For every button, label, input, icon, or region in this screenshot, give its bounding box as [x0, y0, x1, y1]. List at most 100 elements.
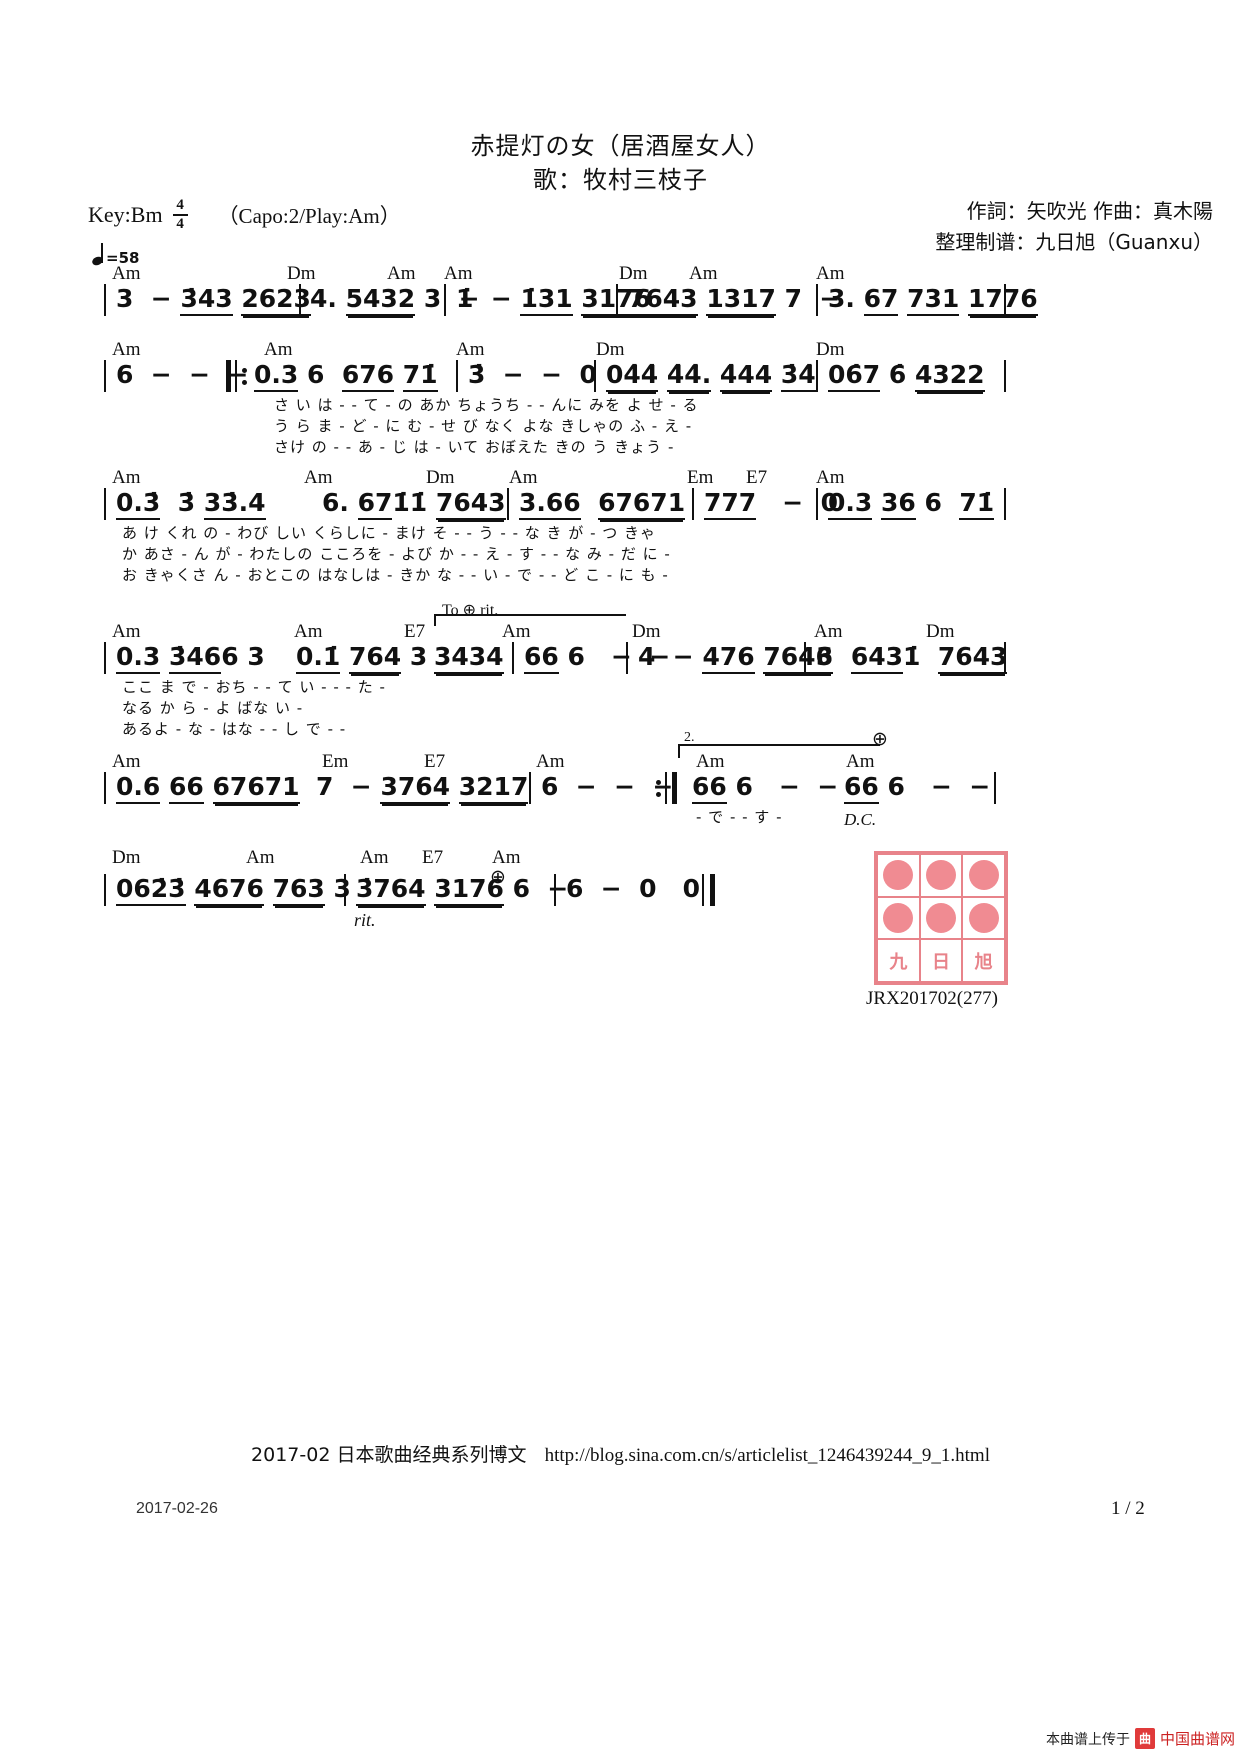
- lyric-line: さ い は - - て - の あか ちょうち - - んに みを よ せ - …: [104, 394, 1114, 415]
- coda-icon: ⊕: [872, 728, 888, 750]
- chord-symbol: Am: [112, 339, 141, 360]
- chord-row: Am Am Am Dm Dm: [104, 340, 1114, 360]
- note-row: 6 − − − 0.3 6 676 71̇ 3̇ − − 0 04̇4̇ 4̇4…: [104, 360, 1114, 394]
- chord-symbol: Am: [304, 467, 333, 488]
- seal-cell: [877, 854, 920, 897]
- lyric-line: あ け くれ の - わび しい くらしに - まけ そ - - う - - な…: [104, 522, 1114, 543]
- singer-line: 歌：牧村三枝子: [533, 166, 708, 194]
- chord-row: Am Am E7 Am Dm Am Dm: [104, 622, 1114, 642]
- chord-symbol: Am: [264, 339, 293, 360]
- chord-symbol: Am: [846, 751, 875, 772]
- chord-symbol: Am: [360, 847, 389, 868]
- chord-symbol: Am: [456, 339, 485, 360]
- lyric-text: ここ ま で - おち - - て い - - - た -: [122, 678, 386, 696]
- note-group: 0.3 6 676 71̇: [254, 360, 438, 392]
- note-group: 04̇4̇ 4̇4̇. 4̇44 3̇4̇: [606, 360, 816, 392]
- note-group: 3.66 67671: [519, 488, 686, 520]
- note-group: 0.3 36 6 71̇: [828, 488, 995, 520]
- note-row: 0.3 3̇466 3 0.1̇ 764 3 3434 66 6 − − 4 −…: [104, 642, 1114, 676]
- seal-character: 旭: [974, 951, 993, 973]
- seal-cell: [919, 896, 963, 940]
- chord-symbol: E7: [746, 467, 768, 488]
- dc-marking: D.C.: [844, 810, 877, 829]
- system-5: 2. ⊕ Am Em E7 Am Am Am 0.6 66 67671 7 − …: [104, 728, 1114, 829]
- page-title: 赤提灯の女（居酒屋女人）: [470, 132, 771, 160]
- note-group: 6 − 0 0: [566, 874, 701, 903]
- chord-symbol: Am: [387, 263, 416, 284]
- lyric-line: - で - - す - D.C.: [104, 806, 1114, 829]
- chord-symbol: Am: [696, 751, 725, 772]
- chord-symbol: Dm: [112, 847, 141, 868]
- note-group: 7643 1317 7 −: [628, 284, 840, 316]
- time-sig-bottom: 4: [176, 216, 184, 233]
- blog-url[interactable]: http://blog.sina.com.cn/s/articlelist_12…: [545, 1445, 990, 1466]
- chord-row: Am Em E7 Am Am Am: [104, 752, 1114, 772]
- seal-character-cell: 旭: [962, 939, 1005, 982]
- chord-symbol: E7: [404, 621, 426, 642]
- chord-symbol: Dm: [632, 621, 661, 642]
- note-row: 0.6 66 67671 7 − 3764 3217 6 − − − 66 6 …: [104, 772, 1114, 806]
- chord-row: Am Am Dm Am Em E7 Am: [104, 468, 1114, 488]
- seal-character-cell: 九: [877, 939, 920, 982]
- note-group: 4. 5432 3 −: [310, 284, 480, 316]
- site-name[interactable]: 中国曲谱网: [1160, 1728, 1235, 1749]
- lyric-text: - で - - す -: [696, 808, 783, 826]
- time-sig-top: 4: [176, 197, 184, 213]
- chord-symbol: Am: [112, 751, 141, 772]
- credits-block: 作詞：矢吹光 作曲：真木陽 整理制谱：九日旭（Guanxu）: [935, 196, 1213, 258]
- system-3: Am Am Dm Am Em E7 Am 0.3̇ 3̇ 33̇.4 6. 67…: [104, 468, 1114, 585]
- chord-symbol: Am: [112, 467, 141, 488]
- note-row: 3 − 3̇43 2623 4. 5432 3 − 1̇ − 1̇31 3176…: [104, 284, 1114, 318]
- lyric-text: か あさ - ん が - わたしの こころを - よび か - - え - す …: [122, 545, 671, 563]
- chord-row: Am Dm Am Am Dm Am Am: [104, 264, 1114, 284]
- chord-symbol: Am: [492, 847, 521, 868]
- lyric-line: ここ ま で - おち - - て い - - - た -: [104, 676, 1114, 697]
- note-group: 6 − − −: [541, 772, 674, 801]
- chord-symbol: Em: [322, 751, 349, 772]
- note-group: 0.6 66 67671: [116, 772, 300, 804]
- lyric-text: なる か ら - よ ばな い -: [122, 699, 304, 717]
- chord-symbol: Dm: [596, 339, 625, 360]
- lyric-text: あ け くれ の - わび しい くらしに - まけ そ - - う - - な…: [122, 524, 657, 542]
- note-group: 3̇764 3176 6 −: [356, 874, 568, 906]
- chord-symbol: Am: [502, 621, 531, 642]
- lyric-text: さけ の - - あ - じ は - いて おぼえた きの う きょう -: [274, 438, 675, 456]
- blog-reference: 2017-02 日本歌曲经典系列博文 http://blog.sina.com.…: [0, 1440, 1241, 1467]
- lyric-line: お きゃくさ ん - おとこの はなしは - きか な - - い - で - …: [104, 564, 1114, 585]
- chord-symbol: Am: [816, 263, 845, 284]
- lyric-line: か あさ - ん が - わたしの こころを - よび か - - え - す …: [104, 543, 1114, 564]
- note-group: 7 − 3764 3217: [316, 772, 529, 804]
- chord-symbol: Dm: [926, 621, 955, 642]
- chord-symbol: Am: [294, 621, 323, 642]
- seal-cell: [962, 896, 1005, 940]
- lyricist-composer: 作詞：矢吹光 作曲：真木陽: [966, 199, 1213, 223]
- chord-symbol: Am: [112, 621, 141, 642]
- note-group: 3. 67 731 1776: [828, 284, 1038, 316]
- seal-character: 日: [931, 951, 950, 973]
- lyric-text: お きゃくさ ん - おとこの はなしは - きか な - - い - で - …: [122, 566, 669, 584]
- chord-symbol: Am: [112, 263, 141, 284]
- rit-marking: rit.: [354, 910, 376, 930]
- chord-symbol: E7: [422, 847, 444, 868]
- note-group: 1̇ − 1̇31 3176: [456, 284, 651, 316]
- note-group: 0.3 3̇466 3: [116, 642, 265, 674]
- blog-text: 2017-02 日本歌曲经典系列博文: [251, 1444, 527, 1466]
- site-logo-icon: 曲: [1134, 1728, 1155, 1749]
- key-signature-line: Key:Bm 4 4 （Capo:2/Play:Am）: [88, 197, 401, 233]
- lyric-line: なる か ら - よ ばな い -: [104, 697, 1114, 718]
- chord-symbol: Dm: [287, 263, 316, 284]
- note-group: 062̇3̇ 4676 763 3: [116, 874, 351, 906]
- note-group: 0.1̇ 764 3: [296, 642, 427, 674]
- sheet-music-page: 赤提灯の女（居酒屋女人） 歌：牧村三枝子 Key:Bm 4 4 （Capo:2/…: [0, 0, 1241, 1755]
- chord-symbol: Em: [687, 467, 714, 488]
- chord-symbol: Am: [689, 263, 718, 284]
- seal-character-cell: 日: [919, 939, 963, 982]
- upload-credit-bar: 本曲谱上传于 曲 中国曲谱网: [1046, 1728, 1235, 1749]
- system-4: To ⊕ rit. Am Am E7 Am Dm Am Dm 0.3 3̇466…: [104, 600, 1114, 739]
- note-group: 6. 671̇1̇ 7643: [322, 488, 506, 520]
- seal-code: JRX201702(277): [866, 988, 998, 1009]
- note-group: 3 − 3̇43 2623: [116, 284, 311, 316]
- note-group: 3 6431̇ 7643: [816, 642, 1008, 674]
- note-group: 66 6 − −: [692, 772, 838, 804]
- seal-cell: [877, 896, 920, 940]
